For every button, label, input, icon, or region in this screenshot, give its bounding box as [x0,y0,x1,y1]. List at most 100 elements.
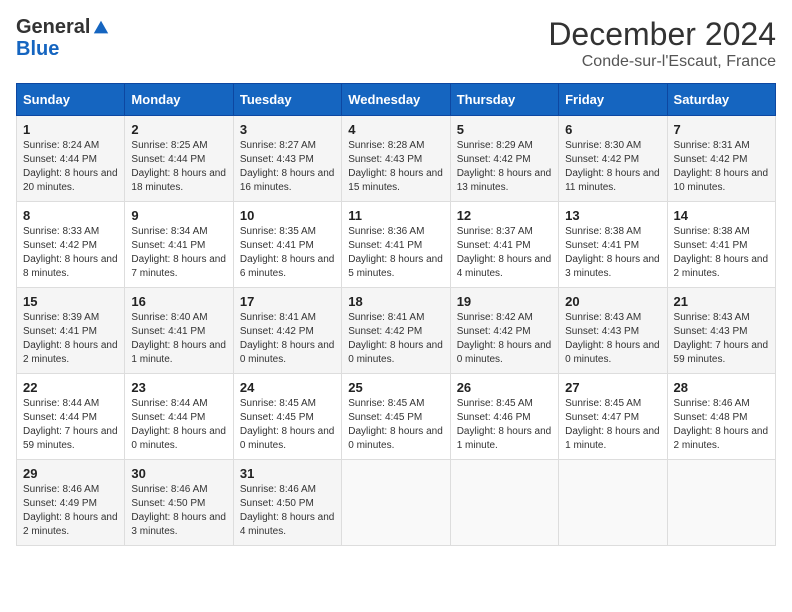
calendar-cell: 13 Sunrise: 8:38 AM Sunset: 4:41 PM Dayl… [559,202,667,288]
day-info: Sunrise: 8:45 AM Sunset: 4:47 PM Dayligh… [565,397,660,453]
calendar-cell: 23 Sunrise: 8:44 AM Sunset: 4:44 PM Dayl… [125,374,233,460]
day-number: 7 [674,122,769,137]
day-number: 6 [565,122,660,137]
calendar-cell: 24 Sunrise: 8:45 AM Sunset: 4:45 PM Dayl… [233,374,341,460]
day-number: 16 [131,294,226,309]
day-info: Sunrise: 8:39 AM Sunset: 4:41 PM Dayligh… [23,311,118,367]
calendar-cell: 11 Sunrise: 8:36 AM Sunset: 4:41 PM Dayl… [342,202,450,288]
calendar-cell: 20 Sunrise: 8:43 AM Sunset: 4:43 PM Dayl… [559,288,667,374]
calendar-cell: 30 Sunrise: 8:46 AM Sunset: 4:50 PM Dayl… [125,460,233,546]
day-info: Sunrise: 8:44 AM Sunset: 4:44 PM Dayligh… [131,397,226,453]
day-info: Sunrise: 8:27 AM Sunset: 4:43 PM Dayligh… [240,139,335,195]
day-info: Sunrise: 8:28 AM Sunset: 4:43 PM Dayligh… [348,139,443,195]
calendar-cell: 25 Sunrise: 8:45 AM Sunset: 4:45 PM Dayl… [342,374,450,460]
calendar-cell: 8 Sunrise: 8:33 AM Sunset: 4:42 PM Dayli… [17,202,125,288]
title-area: December 2024 Conde-sur-l'Escaut, France [548,16,776,71]
calendar-cell: 1 Sunrise: 8:24 AM Sunset: 4:44 PM Dayli… [17,116,125,202]
header-wednesday: Wednesday [342,84,450,116]
calendar-week-3: 22 Sunrise: 8:44 AM Sunset: 4:44 PM Dayl… [17,374,776,460]
day-number: 5 [457,122,552,137]
day-number: 8 [23,208,118,223]
day-info: Sunrise: 8:36 AM Sunset: 4:41 PM Dayligh… [348,225,443,281]
calendar-cell [342,460,450,546]
calendar-header-row: SundayMondayTuesdayWednesdayThursdayFrid… [17,84,776,116]
calendar-cell: 12 Sunrise: 8:37 AM Sunset: 4:41 PM Dayl… [450,202,558,288]
calendar-cell: 28 Sunrise: 8:46 AM Sunset: 4:48 PM Dayl… [667,374,775,460]
day-number: 14 [674,208,769,223]
day-number: 21 [674,294,769,309]
calendar-week-2: 15 Sunrise: 8:39 AM Sunset: 4:41 PM Dayl… [17,288,776,374]
location-title: Conde-sur-l'Escaut, France [548,53,776,71]
day-number: 17 [240,294,335,309]
day-info: Sunrise: 8:44 AM Sunset: 4:44 PM Dayligh… [23,397,118,453]
day-info: Sunrise: 8:45 AM Sunset: 4:45 PM Dayligh… [240,397,335,453]
day-info: Sunrise: 8:42 AM Sunset: 4:42 PM Dayligh… [457,311,552,367]
day-number: 12 [457,208,552,223]
calendar-cell: 31 Sunrise: 8:46 AM Sunset: 4:50 PM Dayl… [233,460,341,546]
calendar-cell: 29 Sunrise: 8:46 AM Sunset: 4:49 PM Dayl… [17,460,125,546]
day-info: Sunrise: 8:40 AM Sunset: 4:41 PM Dayligh… [131,311,226,367]
calendar-cell: 27 Sunrise: 8:45 AM Sunset: 4:47 PM Dayl… [559,374,667,460]
day-info: Sunrise: 8:25 AM Sunset: 4:44 PM Dayligh… [131,139,226,195]
calendar-week-1: 8 Sunrise: 8:33 AM Sunset: 4:42 PM Dayli… [17,202,776,288]
calendar-cell: 15 Sunrise: 8:39 AM Sunset: 4:41 PM Dayl… [17,288,125,374]
day-number: 9 [131,208,226,223]
day-info: Sunrise: 8:43 AM Sunset: 4:43 PM Dayligh… [565,311,660,367]
day-number: 20 [565,294,660,309]
day-number: 11 [348,208,443,223]
day-info: Sunrise: 8:41 AM Sunset: 4:42 PM Dayligh… [240,311,335,367]
header: General Blue December 2024 Conde-sur-l'E… [16,16,776,71]
day-info: Sunrise: 8:46 AM Sunset: 4:49 PM Dayligh… [23,483,118,539]
day-number: 23 [131,380,226,395]
calendar-cell [667,460,775,546]
month-title: December 2024 [548,16,776,53]
day-info: Sunrise: 8:29 AM Sunset: 4:42 PM Dayligh… [457,139,552,195]
day-info: Sunrise: 8:30 AM Sunset: 4:42 PM Dayligh… [565,139,660,195]
day-number: 10 [240,208,335,223]
header-sunday: Sunday [17,84,125,116]
day-number: 28 [674,380,769,395]
calendar-cell: 17 Sunrise: 8:41 AM Sunset: 4:42 PM Dayl… [233,288,341,374]
day-number: 3 [240,122,335,137]
calendar-cell: 9 Sunrise: 8:34 AM Sunset: 4:41 PM Dayli… [125,202,233,288]
calendar-cell: 16 Sunrise: 8:40 AM Sunset: 4:41 PM Dayl… [125,288,233,374]
calendar-week-4: 29 Sunrise: 8:46 AM Sunset: 4:49 PM Dayl… [17,460,776,546]
day-info: Sunrise: 8:24 AM Sunset: 4:44 PM Dayligh… [23,139,118,195]
day-info: Sunrise: 8:45 AM Sunset: 4:45 PM Dayligh… [348,397,443,453]
day-number: 31 [240,466,335,481]
day-info: Sunrise: 8:43 AM Sunset: 4:43 PM Dayligh… [674,311,769,367]
day-info: Sunrise: 8:38 AM Sunset: 4:41 PM Dayligh… [674,225,769,281]
day-number: 27 [565,380,660,395]
day-info: Sunrise: 8:35 AM Sunset: 4:41 PM Dayligh… [240,225,335,281]
calendar-cell: 22 Sunrise: 8:44 AM Sunset: 4:44 PM Dayl… [17,374,125,460]
day-number: 29 [23,466,118,481]
calendar-cell: 3 Sunrise: 8:27 AM Sunset: 4:43 PM Dayli… [233,116,341,202]
day-number: 30 [131,466,226,481]
day-number: 1 [23,122,118,137]
calendar-cell: 14 Sunrise: 8:38 AM Sunset: 4:41 PM Dayl… [667,202,775,288]
calendar-cell: 2 Sunrise: 8:25 AM Sunset: 4:44 PM Dayli… [125,116,233,202]
day-info: Sunrise: 8:46 AM Sunset: 4:48 PM Dayligh… [674,397,769,453]
day-info: Sunrise: 8:38 AM Sunset: 4:41 PM Dayligh… [565,225,660,281]
header-friday: Friday [559,84,667,116]
day-info: Sunrise: 8:46 AM Sunset: 4:50 PM Dayligh… [240,483,335,539]
day-info: Sunrise: 8:34 AM Sunset: 4:41 PM Dayligh… [131,225,226,281]
logo-general-text: General [16,16,90,39]
header-thursday: Thursday [450,84,558,116]
day-number: 4 [348,122,443,137]
logo-icon [92,19,110,37]
day-info: Sunrise: 8:31 AM Sunset: 4:42 PM Dayligh… [674,139,769,195]
calendar-cell: 21 Sunrise: 8:43 AM Sunset: 4:43 PM Dayl… [667,288,775,374]
calendar-cell [559,460,667,546]
logo: General Blue [16,16,110,59]
header-saturday: Saturday [667,84,775,116]
calendar-cell: 18 Sunrise: 8:41 AM Sunset: 4:42 PM Dayl… [342,288,450,374]
day-number: 24 [240,380,335,395]
calendar-cell: 26 Sunrise: 8:45 AM Sunset: 4:46 PM Dayl… [450,374,558,460]
day-number: 19 [457,294,552,309]
day-number: 25 [348,380,443,395]
day-info: Sunrise: 8:33 AM Sunset: 4:42 PM Dayligh… [23,225,118,281]
header-monday: Monday [125,84,233,116]
calendar-cell: 7 Sunrise: 8:31 AM Sunset: 4:42 PM Dayli… [667,116,775,202]
calendar-table: SundayMondayTuesdayWednesdayThursdayFrid… [16,83,776,546]
